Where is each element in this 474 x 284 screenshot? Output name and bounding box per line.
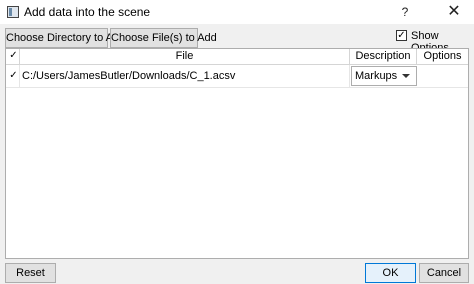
- choose-directory-button[interactable]: Choose Directory to Add: [5, 28, 125, 48]
- ok-button[interactable]: OK: [365, 263, 416, 283]
- file-path-cell[interactable]: C:/Users/JamesButler/Downloads/C_1.acsv: [20, 65, 350, 87]
- row-check-cell[interactable]: ✓: [6, 65, 20, 87]
- choose-files-button[interactable]: Choose File(s) to Add: [110, 28, 217, 48]
- files-table: ✓ File Description Options ✓ C:/Users/Ja…: [5, 48, 469, 259]
- checkmark-icon: ✓: [397, 30, 406, 41]
- chevron-down-icon: [402, 74, 410, 78]
- select-all-checkbox[interactable]: ✓: [8, 51, 19, 62]
- table-header: ✓ File Description Options: [6, 49, 468, 65]
- title-bar: Add data into the scene ? ✕: [0, 0, 474, 24]
- close-button[interactable]: ✕: [444, 2, 464, 22]
- checkmark-icon: ✓: [9, 70, 18, 81]
- app-window-icon: [7, 6, 19, 18]
- window-title: Add data into the scene: [24, 5, 151, 19]
- table-row[interactable]: ✓ C:/Users/JamesButler/Downloads/C_1.acs…: [6, 65, 468, 88]
- row-checkbox[interactable]: ✓: [8, 71, 19, 82]
- column-header-options[interactable]: Options: [417, 49, 468, 64]
- options-cell[interactable]: [417, 65, 468, 87]
- cancel-button[interactable]: Cancel: [419, 263, 469, 283]
- checkmark-icon: ✓: [9, 50, 18, 61]
- description-select[interactable]: Markups: [351, 66, 417, 86]
- select-all-header[interactable]: ✓: [6, 49, 20, 64]
- reset-button[interactable]: Reset: [5, 263, 56, 283]
- show-options-checkbox[interactable]: ✓: [396, 30, 407, 41]
- description-value: Markups: [355, 70, 398, 82]
- column-header-file[interactable]: File: [20, 49, 350, 64]
- column-header-description[interactable]: Description: [350, 49, 417, 64]
- help-button[interactable]: ?: [396, 3, 414, 21]
